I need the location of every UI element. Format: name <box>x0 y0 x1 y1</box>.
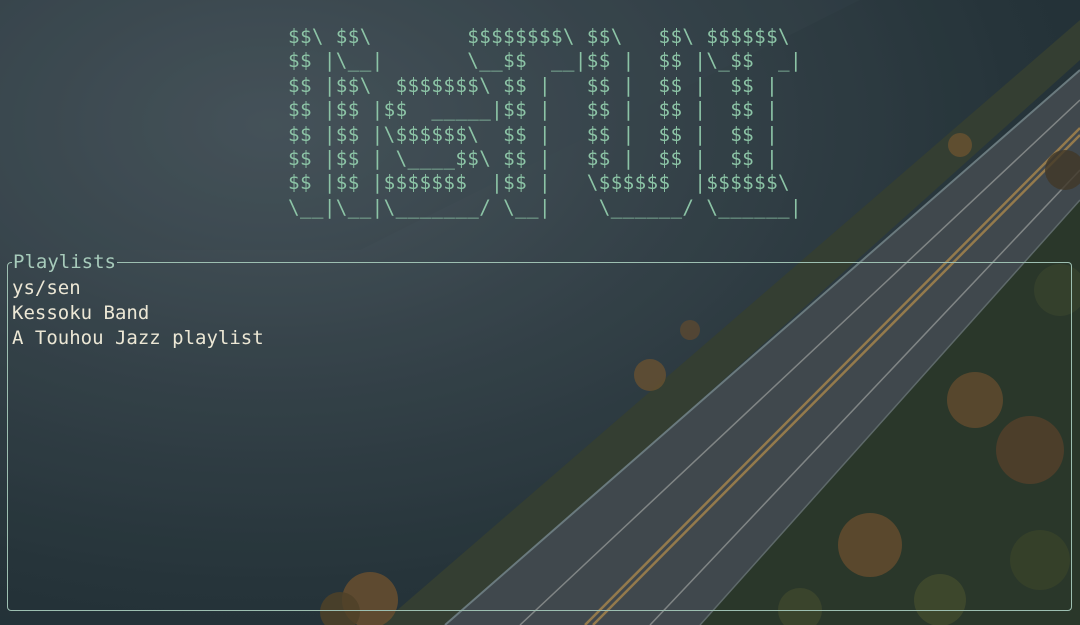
banner-line: $$ |$$ |$$$$$$$ |$$ | \$$$$$$ |$$$$$$\ <box>288 171 790 195</box>
banner-line: $$ |\__| \__$$ __|$$ | $$ |\_$$ _| <box>288 49 802 73</box>
playlist-item[interactable]: Kessoku Band <box>12 301 264 326</box>
banner-line: $$ |$$ | \____$$\ $$ | $$ | $$ | $$ | <box>288 147 779 171</box>
banner-line: $$ |$$\ $$$$$$$\ $$ | $$ | $$ | $$ | <box>288 73 779 97</box>
ascii-logo-banner: $$\ $$\ $$$$$$$$\ $$\ $$\ $$$$$$\ $$ |\_… <box>288 25 802 220</box>
banner-line: $$ |$$ |\$$$$$$\ $$ | $$ | $$ | $$ | <box>288 122 779 146</box>
banner-line: \__|\__|\_______/ \__| \______/ \______| <box>288 195 802 219</box>
playlist-list: ys/sen Kessoku Band A Touhou Jazz playli… <box>12 276 264 351</box>
banner-line: $$ |$$ |$$ _____|$$ | $$ | $$ | $$ | <box>288 98 779 122</box>
panel-title: Playlists <box>12 250 117 274</box>
banner-line: $$\ $$\ $$$$$$$$\ $$\ $$\ $$$$$$\ <box>288 25 790 48</box>
playlist-item[interactable]: ys/sen <box>12 276 264 301</box>
playlists-panel: Playlists ys/sen Kessoku Band A Touhou J… <box>7 250 1072 611</box>
playlist-item[interactable]: A Touhou Jazz playlist <box>12 326 264 351</box>
